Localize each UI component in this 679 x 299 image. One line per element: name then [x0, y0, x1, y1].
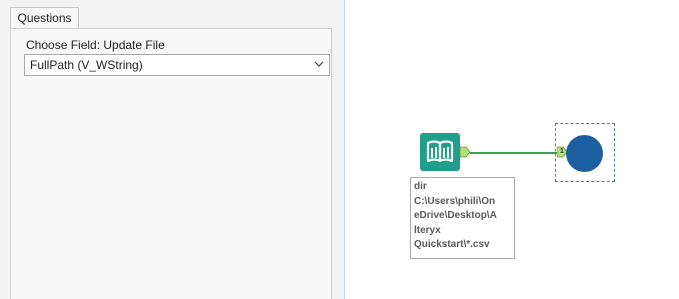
annotation-line: eDrive\Desktop\A: [414, 210, 497, 221]
choose-field-label: Choose Field: Update File: [26, 38, 165, 52]
tool-annotation: dir C:\Users\phili\On eDrive\Desktop\A l…: [410, 177, 515, 259]
questions-tab-content: Choose Field: Update File FullPath (V_WS…: [10, 28, 332, 299]
circle-icon: [566, 135, 603, 172]
tab-strip: Questions: [0, 0, 344, 29]
tab-questions[interactable]: Questions: [10, 7, 79, 29]
annotation-line: C:\Users\phili\On: [414, 195, 496, 207]
connection-line[interactable]: [470, 152, 557, 154]
configuration-panel: Questions Choose Field: Update File Full…: [0, 0, 345, 299]
annotation-line: Quickstart\*.csv: [414, 239, 490, 250]
field-select-value: FullPath (V_WString): [30, 58, 143, 72]
selected-output-tool[interactable]: [555, 123, 615, 182]
directory-input-tool[interactable]: [420, 133, 460, 171]
annotation-line: dir: [414, 181, 427, 192]
chevron-down-icon: [314, 61, 324, 67]
field-select-dropdown[interactable]: FullPath (V_WString): [24, 54, 330, 76]
annotation-line: lteryx: [414, 224, 441, 236]
anchor-arrow-icon: [459, 146, 471, 158]
output-anchor[interactable]: [459, 146, 471, 158]
book-icon: [420, 133, 460, 171]
